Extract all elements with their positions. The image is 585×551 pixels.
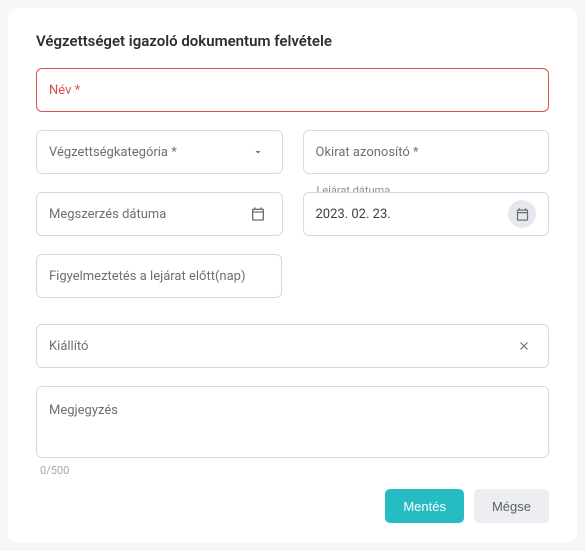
issuer-input[interactable]: Kiállító — [36, 324, 549, 368]
note-counter: 0/500 — [40, 464, 549, 477]
category-field: Végzettségkategória * — [36, 130, 283, 174]
add-qualification-document-card: Végzettséget igazoló dokumentum felvétel… — [8, 8, 577, 543]
obtain-date-label: Megszerzés dátuma — [49, 207, 246, 222]
chevron-down-icon — [246, 140, 270, 164]
issuer-label: Kiállító — [49, 339, 512, 354]
dialog-actions: Mentés Mégse — [36, 489, 549, 523]
doc-id-field: Okirat azonosító * — [303, 130, 550, 174]
name-label: Név * — [49, 83, 536, 98]
note-textarea[interactable]: Megjegyzés — [36, 386, 549, 458]
doc-id-label: Okirat azonosító * — [316, 145, 537, 160]
doc-id-input[interactable]: Okirat azonosító * — [303, 130, 550, 174]
obtain-date-input[interactable]: Megszerzés dátuma — [36, 192, 283, 236]
issuer-field: Kiállító — [36, 324, 549, 368]
expiry-date-input[interactable]: 2023. 02. 23. — [303, 192, 550, 236]
obtain-date-field: Megszerzés dátuma — [36, 192, 283, 236]
cancel-button[interactable]: Mégse — [474, 489, 549, 523]
dialog-title: Végzettséget igazoló dokumentum felvétel… — [36, 32, 549, 50]
warn-days-input[interactable]: Figyelmeztetés a lejárat előtt(nap) — [36, 254, 282, 298]
category-select[interactable]: Végzettségkategória * — [36, 130, 283, 174]
name-input[interactable]: Név * — [36, 68, 549, 112]
warn-days-field: Figyelmeztetés a lejárat előtt(nap) — [36, 254, 282, 298]
clear-icon[interactable] — [512, 334, 536, 358]
category-label: Végzettségkategória * — [49, 145, 246, 160]
calendar-icon[interactable] — [246, 202, 270, 226]
calendar-icon[interactable] — [508, 200, 536, 228]
note-label: Megjegyzés — [49, 403, 118, 418]
expiry-date-value: 2023. 02. 23. — [316, 207, 509, 222]
expiry-date-field: Lejárat dátuma 2023. 02. 23. — [303, 192, 550, 236]
save-button[interactable]: Mentés — [385, 489, 464, 523]
name-field: Név * — [36, 68, 549, 112]
note-field: Megjegyzés 0/500 — [36, 386, 549, 477]
warn-days-label: Figyelmeztetés a lejárat előtt(nap) — [49, 269, 269, 284]
